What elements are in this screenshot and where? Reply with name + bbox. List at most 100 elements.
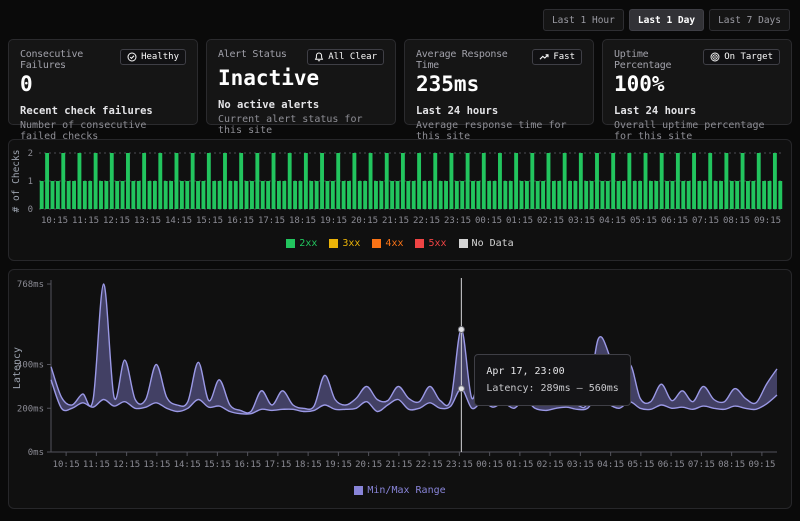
bar-2xx[interactable] xyxy=(88,181,92,209)
legend-item-4xx[interactable]: 4xx xyxy=(372,238,403,249)
bar-2xx[interactable] xyxy=(185,181,189,209)
bar-2xx[interactable] xyxy=(768,181,772,209)
bar-2xx[interactable] xyxy=(272,153,276,209)
bar-2xx[interactable] xyxy=(573,181,577,209)
bar-2xx[interactable] xyxy=(61,153,65,209)
bar-2xx[interactable] xyxy=(703,181,707,209)
bar-2xx[interactable] xyxy=(476,181,480,209)
bar-2xx[interactable] xyxy=(714,181,718,209)
bar-2xx[interactable] xyxy=(444,181,448,209)
bar-2xx[interactable] xyxy=(724,153,728,209)
bar-2xx[interactable] xyxy=(379,181,383,209)
bar-2xx[interactable] xyxy=(579,153,583,209)
bar-2xx[interactable] xyxy=(428,181,432,209)
bar-2xx[interactable] xyxy=(304,153,308,209)
bar-2xx[interactable] xyxy=(401,153,405,209)
bar-2xx[interactable] xyxy=(250,181,254,209)
bar-2xx[interactable] xyxy=(644,153,648,209)
bar-2xx[interactable] xyxy=(665,181,669,209)
legend-item-5xx[interactable]: 5xx xyxy=(415,238,446,249)
bar-2xx[interactable] xyxy=(584,181,588,209)
bar-2xx[interactable] xyxy=(369,153,373,209)
bar-2xx[interactable] xyxy=(654,181,658,209)
bar-2xx[interactable] xyxy=(336,153,340,209)
bar-2xx[interactable] xyxy=(207,153,211,209)
bar-2xx[interactable] xyxy=(600,181,604,209)
bar-2xx[interactable] xyxy=(374,181,378,209)
bar-2xx[interactable] xyxy=(164,181,168,209)
bar-2xx[interactable] xyxy=(115,181,119,209)
time-range-last-1-hour[interactable]: Last 1 Hour xyxy=(543,9,624,31)
bar-2xx[interactable] xyxy=(218,181,222,209)
bar-2xx[interactable] xyxy=(320,153,324,209)
bar-2xx[interactable] xyxy=(757,153,761,209)
bar-2xx[interactable] xyxy=(552,181,556,209)
bar-2xx[interactable] xyxy=(547,153,551,209)
bar-2xx[interactable] xyxy=(212,181,216,209)
bar-2xx[interactable] xyxy=(617,181,621,209)
bar-2xx[interactable] xyxy=(525,181,529,209)
bar-2xx[interactable] xyxy=(169,181,173,209)
bar-2xx[interactable] xyxy=(293,181,297,209)
time-range-last-1-day[interactable]: Last 1 Day xyxy=(629,9,704,31)
bar-2xx[interactable] xyxy=(104,181,108,209)
bar-2xx[interactable] xyxy=(99,181,103,209)
bar-2xx[interactable] xyxy=(439,181,443,209)
bar-2xx[interactable] xyxy=(708,153,712,209)
bar-2xx[interactable] xyxy=(196,181,200,209)
bar-2xx[interactable] xyxy=(514,153,518,209)
bar-2xx[interactable] xyxy=(563,153,567,209)
bar-2xx[interactable] xyxy=(536,181,540,209)
bar-2xx[interactable] xyxy=(697,181,701,209)
bar-2xx[interactable] xyxy=(482,153,486,209)
bar-2xx[interactable] xyxy=(622,181,626,209)
bar-2xx[interactable] xyxy=(520,181,524,209)
bar-2xx[interactable] xyxy=(234,181,238,209)
bar-2xx[interactable] xyxy=(121,181,125,209)
time-range-last-7-days[interactable]: Last 7 Days xyxy=(709,9,790,31)
bar-2xx[interactable] xyxy=(83,181,87,209)
bar-2xx[interactable] xyxy=(266,181,270,209)
bar-2xx[interactable] xyxy=(746,181,750,209)
bar-2xx[interactable] xyxy=(331,181,335,209)
bar-2xx[interactable] xyxy=(590,181,594,209)
bar-2xx[interactable] xyxy=(56,181,60,209)
bar-2xx[interactable] xyxy=(261,181,265,209)
bar-2xx[interactable] xyxy=(692,153,696,209)
bar-2xx[interactable] xyxy=(201,181,205,209)
bar-2xx[interactable] xyxy=(557,181,561,209)
bar-2xx[interactable] xyxy=(493,181,497,209)
bar-2xx[interactable] xyxy=(611,153,615,209)
bar-2xx[interactable] xyxy=(606,181,610,209)
bar-2xx[interactable] xyxy=(352,153,356,209)
bar-2xx[interactable] xyxy=(671,181,675,209)
bar-2xx[interactable] xyxy=(180,181,184,209)
bar-2xx[interactable] xyxy=(471,181,475,209)
bar-2xx[interactable] xyxy=(466,153,470,209)
bar-2xx[interactable] xyxy=(762,181,766,209)
bar-2xx[interactable] xyxy=(288,153,292,209)
bar-2xx[interactable] xyxy=(277,181,281,209)
legend-item-2xx[interactable]: 2xx xyxy=(286,238,317,249)
bar-2xx[interactable] xyxy=(72,181,76,209)
bar-2xx[interactable] xyxy=(687,181,691,209)
bar-2xx[interactable] xyxy=(282,181,286,209)
bar-2xx[interactable] xyxy=(595,153,599,209)
bar-2xx[interactable] xyxy=(773,153,777,209)
bar-2xx[interactable] xyxy=(487,181,491,209)
bar-2xx[interactable] xyxy=(110,153,114,209)
bar-2xx[interactable] xyxy=(735,181,739,209)
bar-2xx[interactable] xyxy=(347,181,351,209)
bar-2xx[interactable] xyxy=(77,153,81,209)
bar-2xx[interactable] xyxy=(406,181,410,209)
bar-2xx[interactable] xyxy=(325,181,329,209)
bar-2xx[interactable] xyxy=(137,181,141,209)
bar-2xx[interactable] xyxy=(633,181,637,209)
bar-2xx[interactable] xyxy=(239,153,243,209)
bar-2xx[interactable] xyxy=(396,181,400,209)
bar-2xx[interactable] xyxy=(417,153,421,209)
bar-2xx[interactable] xyxy=(223,153,227,209)
bar-2xx[interactable] xyxy=(148,181,152,209)
bar-2xx[interactable] xyxy=(509,181,513,209)
bar-2xx[interactable] xyxy=(315,181,319,209)
